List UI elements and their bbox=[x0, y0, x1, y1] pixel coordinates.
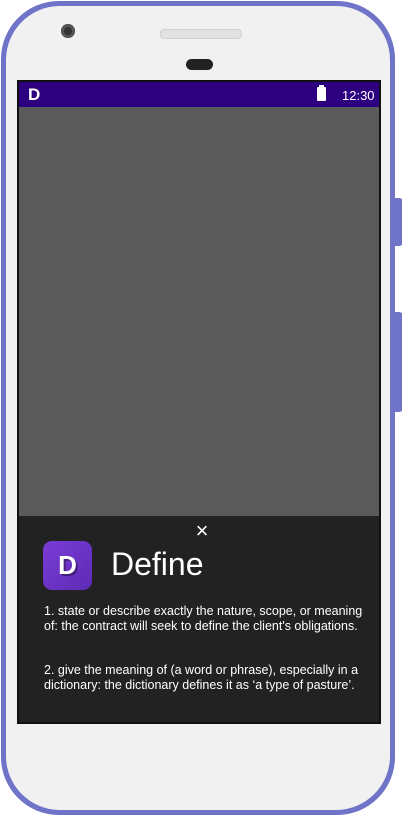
dimmed-background[interactable] bbox=[19, 107, 379, 516]
power-button[interactable] bbox=[395, 312, 402, 412]
app-icon-letter: D bbox=[58, 550, 77, 580]
sheet-title: Define bbox=[111, 546, 204, 582]
proximity-sensor bbox=[186, 59, 213, 70]
define-bottom-sheet: × D Define 1. state or describe exactly … bbox=[19, 516, 379, 722]
definition-item: 1. state or describe exactly the nature,… bbox=[44, 604, 363, 633]
status-app-indicator: D bbox=[28, 85, 41, 104]
earpiece-speaker bbox=[160, 29, 242, 39]
battery-icon bbox=[317, 85, 326, 101]
front-camera bbox=[61, 24, 75, 38]
volume-button[interactable] bbox=[395, 198, 402, 246]
definition-item: 2. give the meaning of (a word or phrase… bbox=[44, 663, 359, 692]
close-icon[interactable]: × bbox=[192, 520, 212, 542]
status-time: 12:30 bbox=[342, 88, 375, 103]
device-screen: D 12:30 × D Define 1. state or describe … bbox=[17, 80, 381, 724]
status-bar: D 12:30 bbox=[19, 82, 379, 107]
define-app-icon: D bbox=[43, 541, 92, 590]
